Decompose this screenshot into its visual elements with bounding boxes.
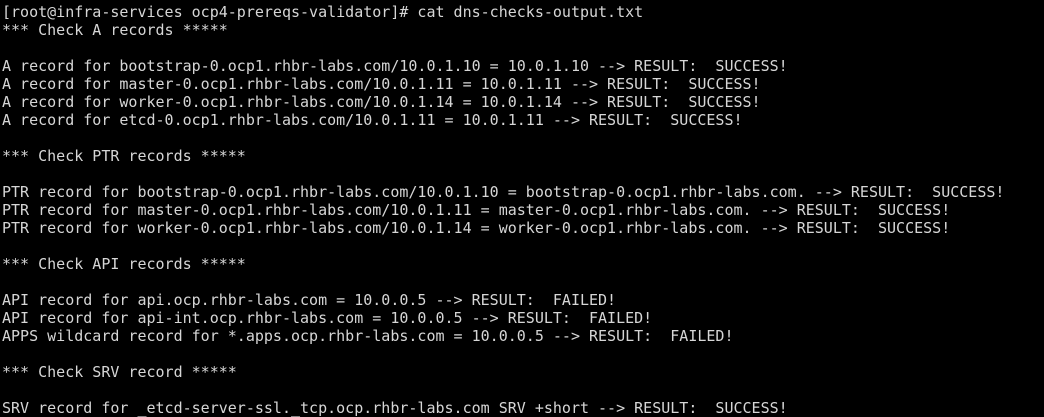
output-line: PTR record for worker-0.ocp1.rhbr-labs.c… <box>2 219 951 237</box>
section-header-srv-record: *** Check SRV record ***** <box>2 363 237 381</box>
output-line: API record for api.ocp.rhbr-labs.com = 1… <box>2 291 617 309</box>
output-line: A record for bootstrap-0.ocp1.rhbr-labs.… <box>2 57 788 75</box>
output-line: PTR record for bootstrap-0.ocp1.rhbr-lab… <box>2 183 1005 201</box>
section-header-a-records: *** Check A records ***** <box>2 21 228 39</box>
output-line: SRV record for _etcd-server-ssl._tcp.ocp… <box>2 399 788 417</box>
output-line: API record for api-int.ocp.rhbr-labs.com… <box>2 309 653 327</box>
output-line: A record for master-0.ocp1.rhbr-labs.com… <box>2 75 761 93</box>
section-header-api-records: *** Check API records ***** <box>2 255 246 273</box>
section-header-ptr-records: *** Check PTR records ***** <box>2 147 246 165</box>
output-line: APPS wildcard record for *.apps.ocp.rhbr… <box>2 327 734 345</box>
output-line: PTR record for master-0.ocp1.rhbr-labs.c… <box>2 201 951 219</box>
output-line: A record for worker-0.ocp1.rhbr-labs.com… <box>2 93 761 111</box>
output-line: A record for etcd-0.ocp1.rhbr-labs.com/1… <box>2 111 743 129</box>
command-prompt-line: [root@infra-services ocp4-prereqs-valida… <box>2 3 644 21</box>
terminal-window[interactable]: [root@infra-services ocp4-prereqs-valida… <box>0 0 1044 417</box>
